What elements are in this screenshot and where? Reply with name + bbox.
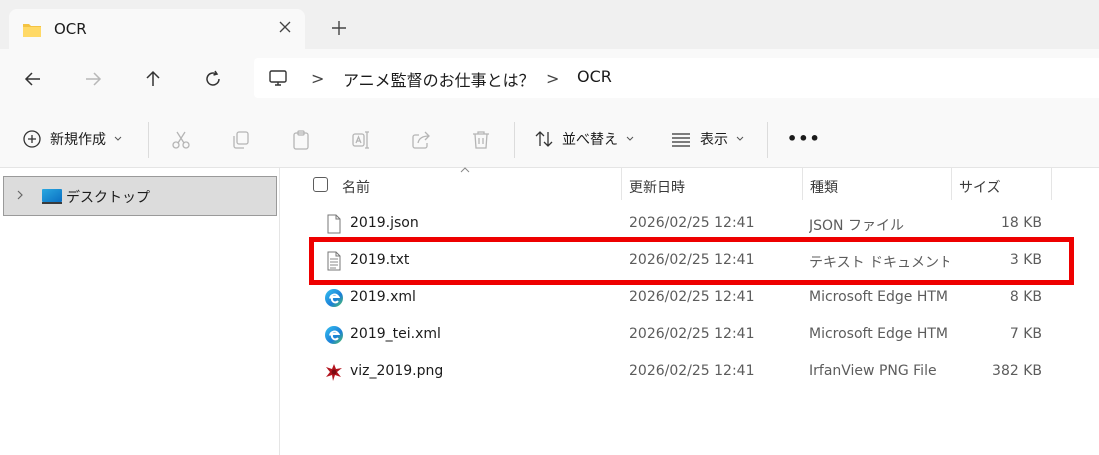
file-name: viz_2019.png	[350, 363, 444, 379]
column-header-name[interactable]: 名前	[342, 177, 370, 197]
file-size: 8 KB	[1009, 289, 1042, 305]
sort-icon	[535, 131, 553, 147]
view-button-label: 表示	[700, 132, 728, 148]
new-button-label: 新規作成	[50, 132, 106, 148]
navigation-bar: > アニメ監督のお仕事とは？ > OCR	[0, 49, 1099, 110]
file-date: 2026/02/25 12:41	[629, 363, 755, 379]
edge-icon	[325, 289, 343, 307]
chevron-right-icon[interactable]	[16, 189, 24, 201]
chevron-down-icon	[626, 136, 634, 141]
tab-title: OCR	[54, 20, 87, 38]
back-arrow-icon[interactable]	[23, 69, 43, 89]
tab-ocr[interactable]: OCR	[9, 9, 305, 49]
file-row[interactable]: 2019.json 2026/02/25 12:41 JSON ファイル 18 …	[310, 206, 1072, 242]
file-row[interactable]: 2019.txt 2026/02/25 12:41 テキスト ドキュメント 3 …	[310, 243, 1072, 279]
chevron-down-icon	[114, 136, 122, 141]
view-list-icon	[672, 133, 690, 147]
column-header-date[interactable]: 更新日時	[629, 177, 685, 197]
file-row[interactable]: 2019_tei.xml 2026/02/25 12:41 Microsoft …	[310, 317, 1072, 353]
navigation-pane: デスクトップ	[0, 168, 280, 455]
plus-circle-icon	[23, 130, 41, 148]
copy-icon[interactable]	[230, 129, 252, 151]
cut-icon[interactable]	[170, 129, 192, 151]
file-type: Microsoft Edge HTML Document	[809, 289, 949, 305]
file-name: 2019.txt	[350, 252, 410, 268]
file-list: 名前 更新日時 種類 サイズ 2019.json 2026/02/25 12:4…	[280, 167, 1099, 455]
chevron-right-icon: >	[311, 69, 325, 88]
file-date: 2026/02/25 12:41	[629, 326, 755, 342]
file-row[interactable]: viz_2019.png 2026/02/25 12:41 IrfanView …	[310, 354, 1072, 390]
delete-icon[interactable]	[470, 129, 492, 151]
sort-ascending-icon	[460, 167, 470, 173]
share-icon[interactable]	[410, 129, 432, 151]
select-all-checkbox[interactable]	[313, 177, 328, 192]
new-tab-icon[interactable]	[330, 19, 348, 37]
column-header-row: 名前 更新日時 種類 サイズ	[280, 167, 1099, 202]
file-type: Microsoft Edge HTML Document	[809, 326, 949, 342]
text-file-icon	[327, 251, 341, 271]
column-header-size[interactable]: サイズ	[959, 177, 1001, 197]
irfanview-icon	[326, 364, 342, 381]
column-divider[interactable]	[1051, 168, 1052, 200]
view-button[interactable]: 表示	[670, 127, 744, 151]
more-icon: •••	[787, 128, 821, 148]
file-type: IrfanView PNG File	[809, 363, 937, 379]
folder-icon	[23, 24, 41, 37]
computer-icon	[269, 70, 287, 86]
chevron-right-icon: >	[546, 69, 560, 88]
nav-item-label: デスクトップ	[66, 190, 150, 206]
json-file-icon	[327, 214, 341, 234]
divider	[514, 122, 515, 158]
file-row[interactable]: 2019.xml 2026/02/25 12:41 Microsoft Edge…	[310, 280, 1072, 316]
rename-icon[interactable]	[350, 129, 372, 151]
sort-button-label: 並べ替え	[562, 132, 618, 148]
breadcrumb-parent[interactable]: アニメ監督のお仕事とは？	[343, 67, 535, 91]
refresh-icon[interactable]	[203, 69, 223, 89]
up-arrow-icon[interactable]	[143, 69, 163, 89]
file-name: 2019.xml	[350, 289, 416, 305]
breadcrumb-current[interactable]: OCR	[577, 67, 612, 86]
file-name: 2019_tei.xml	[350, 326, 441, 342]
file-size: 7 KB	[1009, 326, 1042, 342]
sort-button[interactable]: 並べ替え	[534, 127, 634, 151]
paste-icon[interactable]	[290, 129, 312, 151]
desktop-icon	[42, 189, 62, 204]
file-name: 2019.json	[350, 215, 419, 231]
more-options-button[interactable]: •••	[787, 126, 821, 150]
file-date: 2026/02/25 12:41	[629, 289, 755, 305]
column-divider[interactable]	[802, 168, 803, 200]
file-type: テキスト ドキュメント	[809, 255, 949, 271]
new-button[interactable]: 新規作成	[22, 127, 122, 151]
chevron-down-icon	[736, 136, 744, 141]
tab-strip: OCR	[0, 0, 1099, 49]
edge-icon	[325, 326, 343, 344]
address-bar[interactable]: > アニメ監督のお仕事とは？ > OCR	[254, 58, 1099, 98]
column-header-type[interactable]: 種類	[810, 177, 838, 197]
file-type: JSON ファイル	[809, 218, 904, 234]
forward-arrow-icon[interactable]	[83, 69, 103, 89]
column-divider[interactable]	[621, 168, 622, 200]
nav-item-desktop[interactable]: デスクトップ	[3, 176, 277, 216]
command-bar: 新規作成 並べ替え 表示 •••	[0, 110, 1099, 168]
file-date: 2026/02/25 12:41	[629, 215, 755, 231]
file-date: 2026/02/25 12:41	[629, 252, 755, 268]
file-size: 3 KB	[1009, 252, 1042, 268]
column-divider[interactable]	[951, 168, 952, 200]
close-icon[interactable]	[277, 19, 293, 35]
divider	[767, 122, 768, 158]
file-size: 382 KB	[992, 363, 1042, 379]
divider	[148, 122, 149, 158]
file-size: 18 KB	[1000, 215, 1042, 231]
